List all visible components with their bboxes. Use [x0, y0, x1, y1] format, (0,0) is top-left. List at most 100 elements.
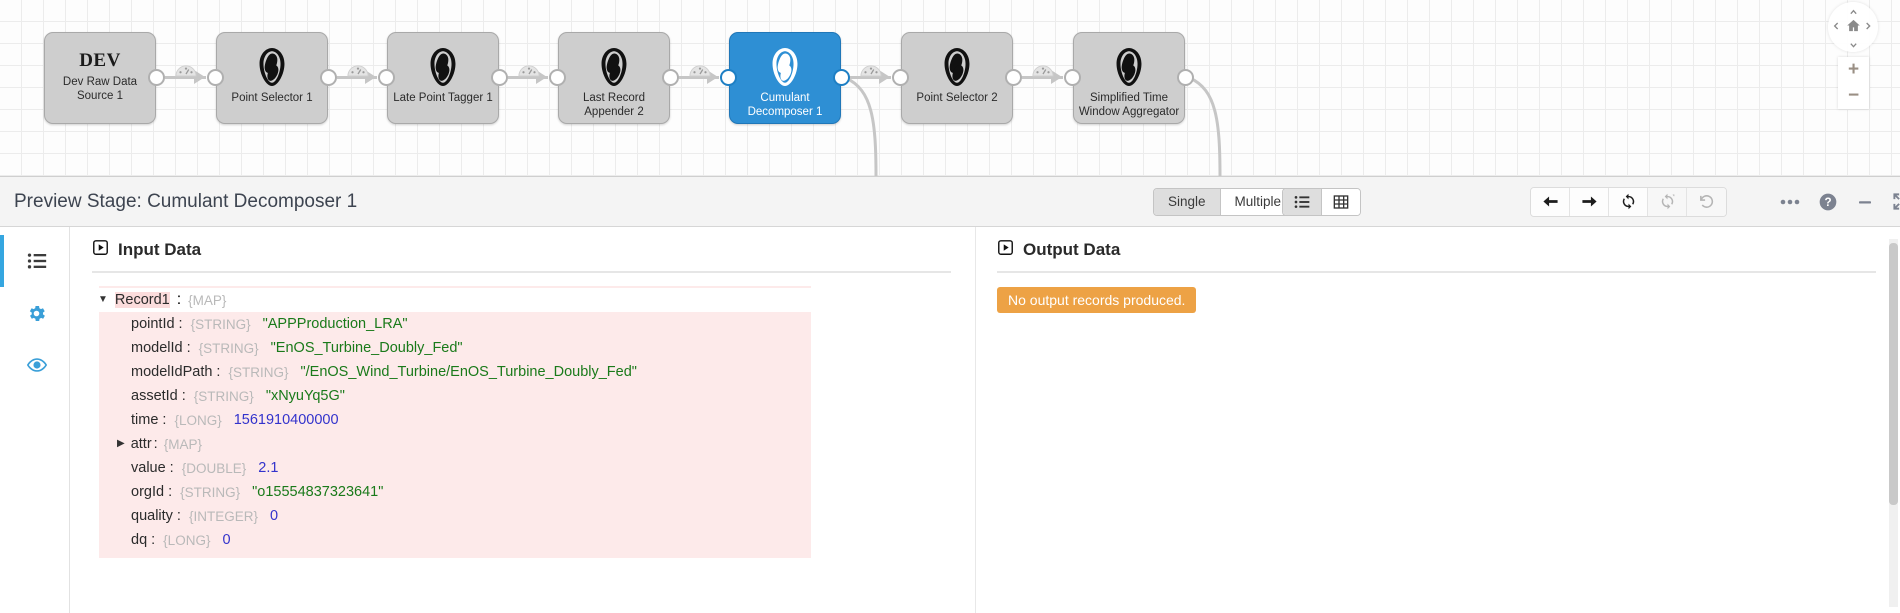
pipeline-node-dev-raw-data-source-1[interactable]: DEV Dev Raw DataSource 1: [44, 32, 156, 124]
record-mode-toggle[interactable]: Single Multiple: [1153, 188, 1296, 216]
enos-logo-icon: [593, 46, 635, 88]
field-value: "/EnOS_Wind_Turbine/EnOS_Turbine_Doubly_…: [300, 364, 636, 380]
field-colon: :: [162, 412, 166, 428]
play-box-icon: [997, 239, 1014, 261]
svg-text:?: ?: [1824, 196, 1831, 209]
node-input-port[interactable]: [378, 69, 395, 86]
zoom-in-button[interactable]: +: [1838, 57, 1869, 83]
output-pane-rule: [997, 271, 1876, 273]
step-back-button[interactable]: [1531, 188, 1570, 216]
node-input-port[interactable]: [720, 69, 737, 86]
mode-single-button[interactable]: Single: [1154, 189, 1221, 215]
node-output-port[interactable]: [320, 69, 337, 86]
expand-triangle-icon[interactable]: ▼: [98, 295, 108, 305]
canvas-nav-pad[interactable]: [1828, 2, 1878, 52]
chevron-right-icon[interactable]: [1864, 20, 1872, 34]
chevron-down-icon[interactable]: [1848, 38, 1859, 51]
link-throughput-gauge-icon[interactable]: [860, 62, 882, 77]
list-view-icon[interactable]: [1283, 189, 1322, 215]
field-colon: :: [151, 532, 155, 548]
record-type: {MAP}: [188, 293, 226, 308]
field-colon: :: [187, 340, 191, 356]
preview-window-controls[interactable]: ?: [1780, 192, 1900, 212]
field-type: {STRING}: [191, 317, 251, 332]
input-pane-rule: [92, 271, 951, 273]
node-badge-text: DEV: [79, 50, 121, 72]
node-output-port[interactable]: [148, 69, 165, 86]
enos-logo-icon: [251, 46, 293, 88]
ellipsis-icon[interactable]: [1780, 199, 1800, 205]
field-type: {STRING}: [228, 365, 288, 380]
node-input-port[interactable]: [207, 69, 224, 86]
field-key: modelId: [131, 340, 183, 356]
field-type: {STRING}: [194, 389, 254, 404]
output-data-pane: Output Data No output records produced.: [975, 227, 1900, 613]
status-badge: No output records produced.: [997, 287, 1196, 313]
field-value: 0: [270, 508, 278, 524]
field-value: "APPProduction_LRA": [263, 316, 408, 332]
field-type: {LONG}: [163, 533, 210, 548]
node-output-port[interactable]: [1005, 69, 1022, 86]
pipeline-node-simplified-time-window-aggregator[interactable]: Simplified TimeWindow Aggregator: [1073, 32, 1185, 124]
refresh-icon[interactable]: [1609, 188, 1648, 216]
enos-logo-icon: [936, 46, 978, 88]
record-root-row[interactable]: ▼ Record1 : {MAP}: [92, 288, 811, 312]
pipeline-node-last-record-appender-2[interactable]: Last RecordAppender 2: [558, 32, 670, 124]
field-type: {INTEGER}: [189, 509, 258, 524]
undo-icon[interactable]: [1687, 188, 1726, 216]
pipeline-node-cumulant-decomposer-1[interactable]: CumulantDecomposer 1: [729, 32, 841, 124]
node-label: CumulantDecomposer 1: [731, 92, 839, 119]
expand-icon[interactable]: [1892, 192, 1900, 211]
refresh-asterisk-icon[interactable]: *: [1648, 188, 1687, 216]
svg-text:*: *: [1672, 194, 1675, 201]
link-throughput-gauge-icon[interactable]: [1032, 62, 1054, 77]
link-throughput-gauge-icon[interactable]: [689, 62, 711, 77]
node-output-port[interactable]: [491, 69, 508, 86]
node-output-port[interactable]: [833, 69, 850, 86]
record-field-modelId: modelId:{STRING}"EnOS_Turbine_Doubly_Fed…: [99, 336, 811, 360]
node-output-port[interactable]: [662, 69, 679, 86]
collapse-triangle-icon[interactable]: ▶: [117, 439, 125, 449]
canvas-zoom-control[interactable]: + −: [1838, 57, 1869, 109]
home-icon[interactable]: [1846, 18, 1861, 35]
field-colon: :: [182, 388, 186, 404]
field-value: 1561910400000: [234, 412, 339, 428]
link-throughput-gauge-icon[interactable]: [347, 62, 369, 77]
node-input-port[interactable]: [892, 69, 909, 86]
pipeline-canvas[interactable]: DEV Dev Raw DataSource 1 Point Selector 1 L…: [0, 0, 1900, 176]
node-label: Last RecordAppender 2: [560, 92, 668, 119]
preview-body: Input Data ▼ Record1 : {MAP} pointId:{ST…: [0, 227, 1900, 613]
table-view-icon[interactable]: [1322, 189, 1360, 215]
node-label: Dev Raw DataSource 1: [46, 76, 154, 103]
scrollbar-thumb[interactable]: [1889, 243, 1898, 505]
link-throughput-gauge-icon[interactable]: [518, 62, 540, 77]
field-type: {DOUBLE}: [182, 461, 247, 476]
preview-step-controls[interactable]: *: [1530, 187, 1727, 217]
field-value: "o15554837323641": [252, 484, 383, 500]
chevron-left-icon[interactable]: [1832, 20, 1840, 34]
sidebar-item-monitor[interactable]: [0, 339, 69, 391]
pipeline-node-late-point-tagger-1[interactable]: Late Point Tagger 1: [387, 32, 499, 124]
vertical-scrollbar[interactable]: [1889, 239, 1898, 607]
minimize-icon[interactable]: [1856, 193, 1874, 211]
input-record-tree[interactable]: ▼ Record1 : {MAP} pointId:{STRING}"APPPr…: [99, 286, 811, 558]
node-input-port[interactable]: [1064, 69, 1081, 86]
link-throughput-gauge-icon[interactable]: [175, 62, 197, 77]
field-colon: :: [168, 484, 172, 500]
zoom-out-button[interactable]: −: [1838, 83, 1869, 109]
pipeline-node-point-selector-2[interactable]: Point Selector 2: [901, 32, 1013, 124]
node-input-port[interactable]: [549, 69, 566, 86]
sidebar-item-records[interactable]: [0, 235, 69, 287]
field-type: {STRING}: [180, 485, 240, 500]
view-mode-toggle[interactable]: [1282, 188, 1361, 216]
chevron-up-icon[interactable]: [1848, 5, 1859, 18]
field-key: quality: [131, 508, 173, 524]
step-forward-button[interactable]: [1570, 188, 1609, 216]
pipeline-node-point-selector-1[interactable]: Point Selector 1: [216, 32, 328, 124]
node-output-port[interactable]: [1177, 69, 1194, 86]
record-field-attr[interactable]: ▶attr:{MAP}: [99, 432, 811, 456]
sidebar-item-configuration[interactable]: [0, 287, 69, 339]
question-circle-icon[interactable]: ?: [1818, 192, 1838, 212]
record-field-assetId: assetId:{STRING}"xNyuYq5G": [99, 384, 811, 408]
field-value: 0: [222, 532, 230, 548]
